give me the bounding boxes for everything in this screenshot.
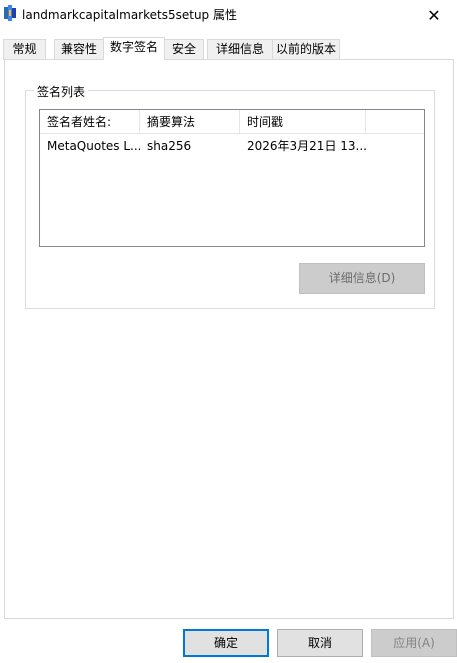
tab-digital-signatures[interactable]: 数字签名 <box>103 37 165 60</box>
tab-panel: 签名列表 签名者姓名: 摘要算法 时间戳 MetaQuotes L... sha… <box>4 59 454 619</box>
timestamp: 2026年3月21日 13... <box>247 139 366 153</box>
installer-app-icon <box>4 5 16 21</box>
signer-name: MetaQuotes L... <box>47 139 140 153</box>
list-item[interactable]: MetaQuotes L... sha256 2026年3月21日 13... <box>40 135 424 157</box>
tab-strip: 常规 兼容性 数字签名 安全 详细信息 以前的版本 <box>3 37 453 60</box>
list-header: 签名者姓名: 摘要算法 时间戳 <box>40 110 424 134</box>
signature-list-group: 签名列表 签名者姓名: 摘要算法 时间戳 MetaQuotes L... sha… <box>25 83 435 309</box>
tab-security[interactable]: 安全 <box>164 39 204 60</box>
column-header-timestamp[interactable]: 时间戳 <box>240 110 366 134</box>
tab-previous-versions[interactable]: 以前的版本 <box>272 39 340 60</box>
column-header-algorithm[interactable]: 摘要算法 <box>140 110 240 134</box>
close-icon: ✕ <box>427 5 441 25</box>
group-label: 签名列表 <box>34 83 89 100</box>
cancel-button[interactable]: 取消 <box>277 629 363 657</box>
digest-algorithm: sha256 <box>147 139 192 153</box>
apply-button[interactable]: 应用(A) <box>371 629 457 657</box>
signature-list[interactable]: 签名者姓名: 摘要算法 时间戳 MetaQuotes L... sha256 2… <box>39 109 425 247</box>
window-title: landmarkcapitalmarkets5setup 属性 <box>22 8 237 22</box>
details-button[interactable]: 详细信息(D) <box>299 263 425 294</box>
title-bar: landmarkcapitalmarkets5setup 属性 ✕ <box>0 0 457 30</box>
tab-compatibility[interactable]: 兼容性 <box>54 39 104 60</box>
column-header-signer[interactable]: 签名者姓名: <box>40 110 140 134</box>
close-button[interactable]: ✕ <box>411 0 457 30</box>
tab-general[interactable]: 常规 <box>3 39 46 60</box>
tab-details[interactable]: 详细信息 <box>207 39 273 60</box>
ok-button[interactable]: 确定 <box>183 629 269 657</box>
